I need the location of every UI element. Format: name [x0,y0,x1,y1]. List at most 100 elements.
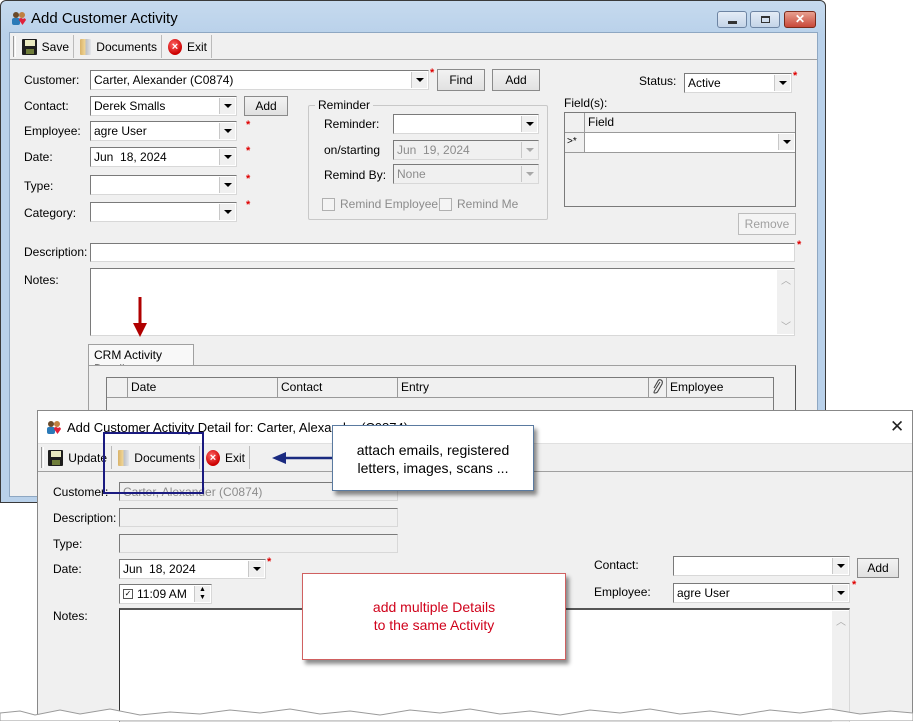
on-starting-date-picker[interactable]: Jun 19, 2024 [393,140,539,160]
details-callout-line1: add multiple Details [372,599,496,615]
save-icon [48,449,64,466]
chevron-down-icon[interactable] [219,98,235,114]
chevron-down-icon[interactable] [832,558,848,574]
notes-label: Notes: [24,273,59,287]
update-button[interactable]: Update [44,446,112,469]
date-picker[interactable]: Jun 18, 2024 [90,147,237,167]
remind-me-checkbox[interactable]: Remind Me [439,197,518,211]
chevron-down-icon[interactable] [521,116,537,132]
spin-down-icon[interactable]: ▼ [199,594,206,601]
notes-textarea[interactable] [90,268,795,336]
fields-label: Field(s): [564,96,608,110]
category-combo[interactable] [90,202,237,222]
status-label: Status: [639,74,677,88]
employee-column-header[interactable]: Employee [667,378,773,397]
required-marker: * [246,145,251,157]
add-contact-button[interactable]: Add [857,558,899,578]
close-icon[interactable]: ✕ [890,417,904,437]
save-label: Save [41,39,69,54]
checkbox-box[interactable] [322,197,335,211]
chevron-down-icon[interactable] [521,166,537,182]
date-value: Jun 18, 2024 [123,562,196,576]
field-combo[interactable] [585,133,795,152]
status-value: Active [688,76,721,90]
calendar-dropdown-icon[interactable] [521,142,537,158]
main-title-bar[interactable]: Add Customer Activity ✕ [1,1,825,35]
field-column-header[interactable]: Field [585,113,795,132]
remove-field-button[interactable]: Remove [738,213,796,235]
scroll-up-icon[interactable]: ︿ [781,272,791,287]
find-customer-button[interactable]: Find [437,69,485,91]
chevron-down-icon[interactable] [411,72,427,88]
time-picker[interactable]: ✓ 11:09 AM ▲ ▼ [119,584,212,604]
spin-up-icon[interactable]: ▲ [199,586,206,593]
documents-callout: attach emails, registered letters, image… [332,425,534,491]
documents-button[interactable]: Documents [76,35,162,58]
required-marker: * [267,556,272,568]
tab-crm-activity-detail[interactable]: CRM Activity Detail [88,344,194,376]
required-marker: * [246,199,251,211]
notes-label: Notes: [53,609,88,623]
customer-label: Customer: [24,73,80,87]
update-label: Update [68,450,107,465]
torn-edge [0,708,913,721]
reminder-group-title: Reminder [315,98,374,112]
documents-icon [80,38,92,55]
customer-combo[interactable]: Carter, Alexander (C0874) [90,70,429,90]
type-label: Type: [24,179,54,193]
activity-detail-grid-header: Date Contact Entry Employee [107,378,773,398]
type-field [119,534,398,553]
remind-employee-checkbox[interactable]: Remind Employee [322,197,438,211]
exit-button[interactable]: × Exit [202,446,250,469]
calendar-dropdown-icon[interactable] [248,561,264,577]
chevron-down-icon[interactable] [778,134,794,150]
type-combo[interactable] [90,175,237,195]
chevron-down-icon[interactable] [219,177,235,193]
contact-column-header[interactable]: Contact [278,378,398,397]
time-value: 11:09 AM [137,587,187,601]
calendar-dropdown-icon[interactable] [219,149,235,165]
required-marker: * [246,119,251,131]
close-button[interactable]: ✕ [784,11,816,28]
remind-by-combo[interactable]: None [393,164,539,184]
status-combo[interactable]: Active [684,73,792,93]
employee-label: Employee: [24,124,81,138]
employee-value: agre User [677,586,730,600]
chevron-down-icon[interactable] [774,75,790,91]
scroll-down-icon[interactable]: ﹀ [781,318,791,333]
checkbox-box[interactable] [439,197,452,211]
add-contact-button[interactable]: Add [244,96,288,116]
reminder-group: Reminder Reminder: on/starting Jun 19, 2… [308,98,548,220]
entry-column-header[interactable]: Entry [398,378,649,397]
employee-combo[interactable]: agre User [673,583,850,603]
annotation-arrow-left [272,452,332,464]
contact-combo[interactable] [673,556,850,576]
reminder-combo[interactable] [393,114,539,134]
chevron-down-icon[interactable] [832,585,848,601]
toolbar-grip[interactable] [13,36,16,57]
time-enabled-checkbox[interactable]: ✓ [123,589,133,599]
scroll-up-icon[interactable]: ︿ [836,613,846,628]
contact-combo[interactable]: Derek Smalls [90,96,237,116]
exit-button[interactable]: × Exit [164,35,212,58]
chevron-down-icon[interactable] [219,123,235,139]
add-customer-button[interactable]: Add [492,69,540,91]
date-column-header[interactable]: Date [128,378,278,397]
maximize-button[interactable] [750,11,780,28]
exit-label: Exit [186,39,207,54]
minimize-button[interactable] [717,11,747,28]
contact-label: Contact: [24,99,69,113]
fields-grid[interactable]: Field >* [564,112,796,207]
category-label: Category: [24,206,77,220]
time-spinner[interactable]: ▲ ▼ [194,586,210,602]
notes-scrollbar[interactable]: ︿ ﹀ [777,270,794,334]
attachment-column-header[interactable] [649,378,667,397]
contact-label: Contact: [594,558,639,572]
on-starting-value: Jun 19, 2024 [397,143,470,157]
description-input[interactable] [90,243,795,262]
date-picker[interactable]: Jun 18, 2024 [119,559,266,579]
fields-new-row[interactable]: >* [565,133,795,153]
employee-combo[interactable]: agre User [90,121,237,141]
save-button[interactable]: Save [18,35,74,58]
chevron-down-icon[interactable] [219,204,235,220]
